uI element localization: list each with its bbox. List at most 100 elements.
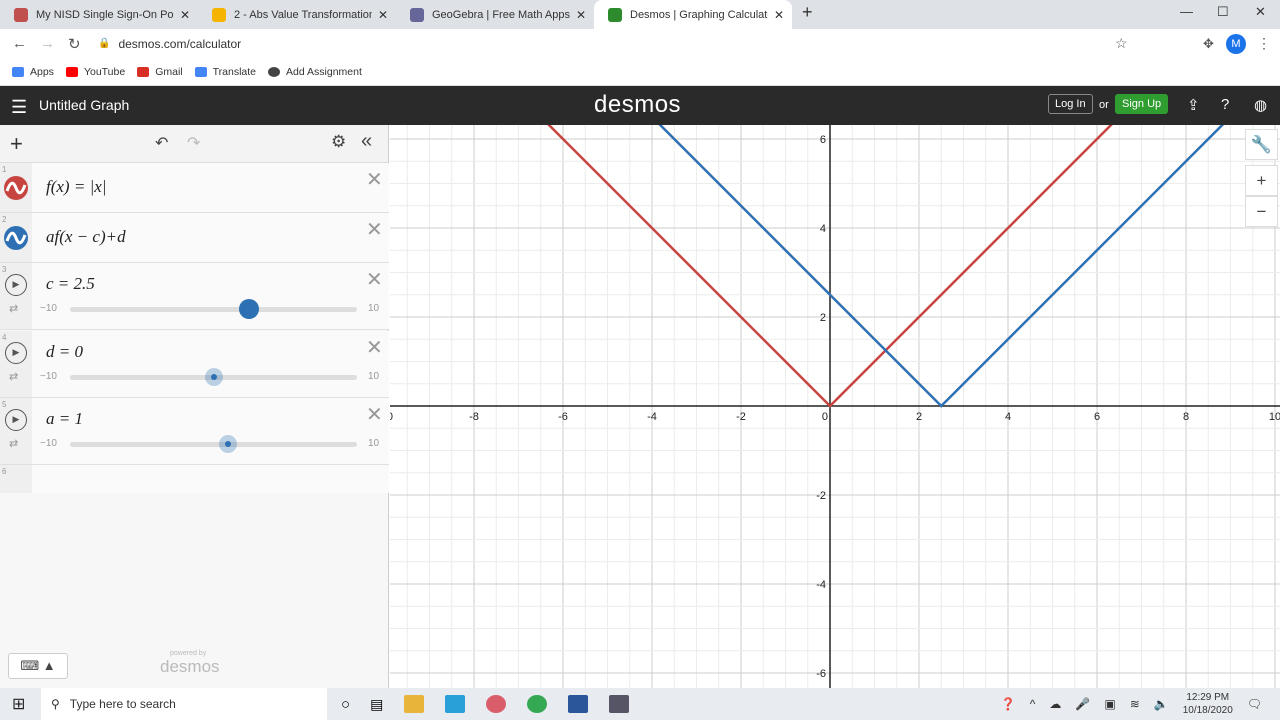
globe-icon[interactable]: ◍ — [1254, 96, 1267, 114]
expression-row[interactable]: 1 f(x) = |x| ✕ — [0, 163, 389, 213]
onedrive-icon[interactable]: ☁ — [1049, 697, 1061, 711]
hamburger-menu-icon[interactable]: ☰ — [11, 97, 27, 118]
share-icon[interactable]: ⇪ — [1187, 96, 1200, 114]
help-tray-icon[interactable]: ❓ — [1001, 697, 1016, 711]
word-icon[interactable] — [568, 695, 589, 713]
loop-icon[interactable]: ⇄ — [9, 437, 18, 450]
empty-expression-row[interactable]: 6 — [0, 465, 389, 493]
x-tick-label: 6 — [1094, 411, 1100, 423]
microphone-icon[interactable]: 🎤 — [1075, 697, 1090, 711]
slider-row[interactable]: 5 ▶ ⇄ a = 1 ✕ −10 10 — [0, 398, 389, 465]
delete-expression-icon[interactable]: ✕ — [366, 217, 383, 242]
graph-canvas[interactable]: -10 -8 -6 -4 -2 0 2 4 6 8 10 6 4 2 -2 -4 -6 — [390, 125, 1280, 688]
forward-icon[interactable]: → — [40, 35, 56, 52]
loop-icon[interactable]: ⇄ — [9, 370, 18, 383]
translate-icon — [194, 66, 207, 77]
clock[interactable]: 12:29 PM 10/18/2020 — [1183, 691, 1233, 717]
redo-icon[interactable]: ↷ — [187, 133, 200, 153]
close-tab-icon[interactable]: ✕ — [576, 8, 586, 22]
bookmark-youtube[interactable]: YouTube — [65, 66, 125, 78]
slider-expression[interactable]: a = 1 — [46, 409, 83, 429]
expression-toolbar: + ↶ ↷ ⚙ « — [0, 125, 388, 163]
profile-avatar[interactable]: M — [1226, 33, 1246, 54]
collapse-panel-icon[interactable]: « — [361, 130, 372, 153]
slider-thumb[interactable] — [204, 367, 223, 386]
slider-track[interactable] — [70, 442, 357, 447]
slider-thumb[interactable] — [239, 299, 260, 319]
new-tab-button[interactable]: + — [792, 0, 823, 29]
url-field[interactable]: 🔒 desmos.com/calculator — [98, 37, 241, 51]
windows-start-icon[interactable]: ⊞ — [12, 694, 25, 714]
delete-expression-icon[interactable]: ✕ — [366, 335, 383, 360]
notes-app-icon[interactable] — [445, 695, 466, 713]
browser-tab[interactable]: My NISD Single Sign-On Portal ✕ — [0, 0, 198, 29]
slider-expression[interactable]: c = 2.5 — [46, 274, 95, 294]
minimize-button[interactable]: — — [1180, 4, 1193, 19]
help-icon[interactable]: ? — [1221, 96, 1229, 113]
app-icon[interactable] — [609, 695, 630, 713]
slider-expression[interactable]: d = 0 — [46, 342, 83, 362]
delete-expression-icon[interactable]: ✕ — [366, 402, 383, 427]
reload-icon[interactable]: ↻ — [68, 35, 84, 53]
signup-button[interactable]: Sign Up — [1115, 94, 1169, 114]
slider-track[interactable] — [70, 307, 357, 312]
bookmark-translate[interactable]: Translate — [194, 66, 256, 78]
close-tab-icon[interactable]: ✕ — [180, 8, 190, 22]
wifi-icon[interactable]: ≋ — [1130, 697, 1140, 711]
zoom-out-button[interactable]: − — [1245, 196, 1278, 227]
notifications-icon[interactable]: 🗨 — [1247, 697, 1262, 711]
slider-min[interactable]: −10 — [40, 438, 57, 449]
slider-max[interactable]: 10 — [368, 303, 379, 314]
expression-input[interactable]: f(x) = |x| — [46, 177, 106, 197]
task-view-icon[interactable]: ▤ — [370, 696, 383, 713]
maximize-button[interactable]: ☐ — [1217, 4, 1229, 20]
slider-max[interactable]: 10 — [368, 438, 379, 449]
slider-thumb[interactable] — [218, 435, 237, 453]
graph-color-icon[interactable] — [3, 175, 29, 201]
bookmark-add-assignment[interactable]: Add Assignment — [268, 66, 362, 78]
expression-input[interactable]: af(x − c)+d — [46, 227, 126, 247]
slider-row[interactable]: 4 ▶ ⇄ d = 0 ✕ −10 10 — [0, 330, 389, 398]
chrome-icon[interactable] — [527, 695, 548, 713]
undo-icon[interactable]: ↶ — [155, 133, 168, 153]
show-hidden-icons[interactable]: ^ — [1030, 697, 1036, 711]
back-icon[interactable]: ← — [12, 35, 28, 52]
zoom-in-button[interactable]: + — [1245, 165, 1278, 196]
graph-color-icon[interactable] — [3, 225, 29, 251]
add-expression-button[interactable]: + — [10, 131, 23, 157]
browser-tab-active[interactable]: Desmos | Graphing Calculator ✕ — [594, 0, 792, 29]
taskbar-search[interactable]: ⚲ Type here to search — [41, 688, 327, 720]
play-icon[interactable]: ▶ — [5, 409, 27, 431]
menu-icon[interactable]: ⋮ — [1257, 35, 1271, 52]
extensions-icon[interactable]: ✥ — [1203, 36, 1214, 52]
play-icon[interactable]: ▶ — [5, 341, 27, 364]
snip-app-icon[interactable] — [486, 695, 507, 713]
settings-gear-icon[interactable]: ⚙ — [331, 132, 346, 152]
bookmark-apps[interactable]: Apps — [12, 66, 54, 78]
close-tab-icon[interactable]: ✕ — [774, 8, 784, 22]
slider-min[interactable]: −10 — [40, 371, 57, 382]
close-window-button[interactable]: ✕ — [1255, 4, 1266, 20]
browser-tab[interactable]: 2 - Abs Value Transformations - Google D… — [198, 0, 396, 29]
delete-expression-icon[interactable]: ✕ — [366, 167, 383, 192]
login-button[interactable]: Log In — [1048, 94, 1093, 114]
expression-row[interactable]: 2 af(x − c)+d ✕ — [0, 213, 389, 263]
keyboard-toggle-button[interactable]: ⌨ ▲ — [8, 653, 68, 679]
play-icon[interactable]: ▶ — [5, 274, 27, 296]
file-explorer-icon[interactable] — [404, 695, 425, 713]
x-tick-label: -4 — [647, 411, 657, 423]
delete-expression-icon[interactable]: ✕ — [366, 267, 383, 292]
cortana-icon[interactable]: ○ — [341, 696, 350, 713]
slider-min[interactable]: −10 — [40, 303, 57, 314]
browser-tab[interactable]: GeoGebra | Free Math Apps - used by✕ — [396, 0, 594, 29]
slider-row[interactable]: 3 ▶ ⇄ c = 2.5 ✕ −10 10 — [0, 263, 389, 330]
meet-now-icon[interactable]: ▣ — [1104, 697, 1115, 711]
close-tab-icon[interactable]: ✕ — [378, 8, 388, 22]
slider-max[interactable]: 10 — [368, 371, 379, 382]
graph-title[interactable]: Untitled Graph — [39, 97, 129, 113]
star-icon[interactable]: ☆ — [1115, 35, 1128, 52]
volume-icon[interactable]: 🔈 — [1154, 697, 1169, 711]
graph-settings-wrench-icon[interactable]: 🔧 — [1245, 129, 1278, 160]
bookmark-gmail[interactable]: Gmail — [137, 66, 183, 78]
loop-icon[interactable]: ⇄ — [9, 302, 18, 315]
